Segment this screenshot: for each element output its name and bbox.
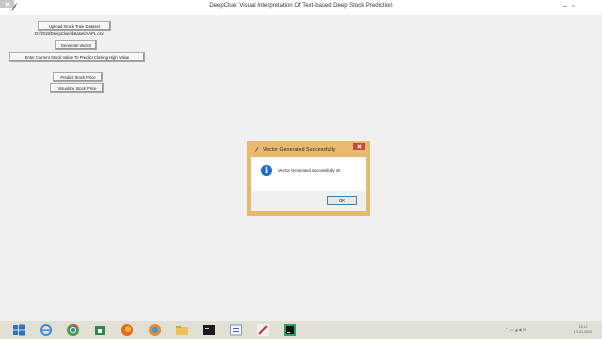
pycharm-icon[interactable] (283, 323, 297, 337)
dialog-title: Vector Generated Successfully (263, 147, 336, 153)
dialog-body: i Vector Generated successfully 20 (251, 157, 366, 191)
python-idle-icon[interactable] (229, 323, 243, 337)
windows-start-icon[interactable] (12, 323, 26, 337)
generate-vector-button[interactable]: Generate Vector (55, 40, 97, 50)
tk-feather-icon (254, 146, 259, 153)
taskbar: ⌃ ▭ ◢ ◀ ✉ 15:12 13-01-2020 (0, 321, 602, 339)
cmd-icon[interactable] (202, 323, 216, 337)
dialog-close-button[interactable] (353, 143, 365, 150)
visualize-stock-price-button[interactable]: Visualize Stock Price (50, 83, 104, 93)
ie-icon[interactable] (39, 323, 53, 337)
ok-button[interactable]: OK (327, 196, 357, 205)
firefox-icon[interactable] (120, 323, 134, 337)
dialog-footer: OK (251, 191, 366, 211)
maximize-button[interactable]: ▫ (572, 2, 574, 12)
chrome-icon[interactable] (66, 323, 80, 337)
app-window: DeepClue: Visual Interpretation Of Text-… (0, 0, 602, 321)
minimize-button[interactable]: – (563, 2, 567, 12)
taskbar-clock[interactable]: 15:12 13-01-2020 (568, 325, 598, 335)
system-tray[interactable]: ⌃ ▭ ◢ ◀ ✉ (505, 327, 526, 332)
title-bar[interactable]: DeepClue: Visual Interpretation Of Text-… (0, 0, 602, 15)
upload-dataset-button[interactable]: Upload Stock Train Dataset (38, 21, 111, 31)
media-icon[interactable] (148, 323, 162, 337)
dialog-message: Vector Generated successfully 20 (278, 168, 341, 173)
message-dialog: Vector Generated Successfully i Vector G… (247, 141, 370, 216)
predict-stock-price-button[interactable]: Predict Stock Price (53, 72, 103, 82)
enter-stock-value-button[interactable]: Enter Current Stock Value To Predict Clo… (9, 52, 145, 62)
folder-icon[interactable] (175, 323, 189, 337)
info-icon: i (261, 165, 272, 176)
window-title: DeepClue: Visual Interpretation Of Text-… (209, 3, 393, 9)
dataset-path-label: D:/2019/DeepClue/dataset/AAPL.csv (35, 31, 104, 36)
store-icon[interactable] (93, 323, 107, 337)
clock-date: 13-01-2020 (573, 330, 593, 334)
snip-icon[interactable] (256, 323, 270, 337)
